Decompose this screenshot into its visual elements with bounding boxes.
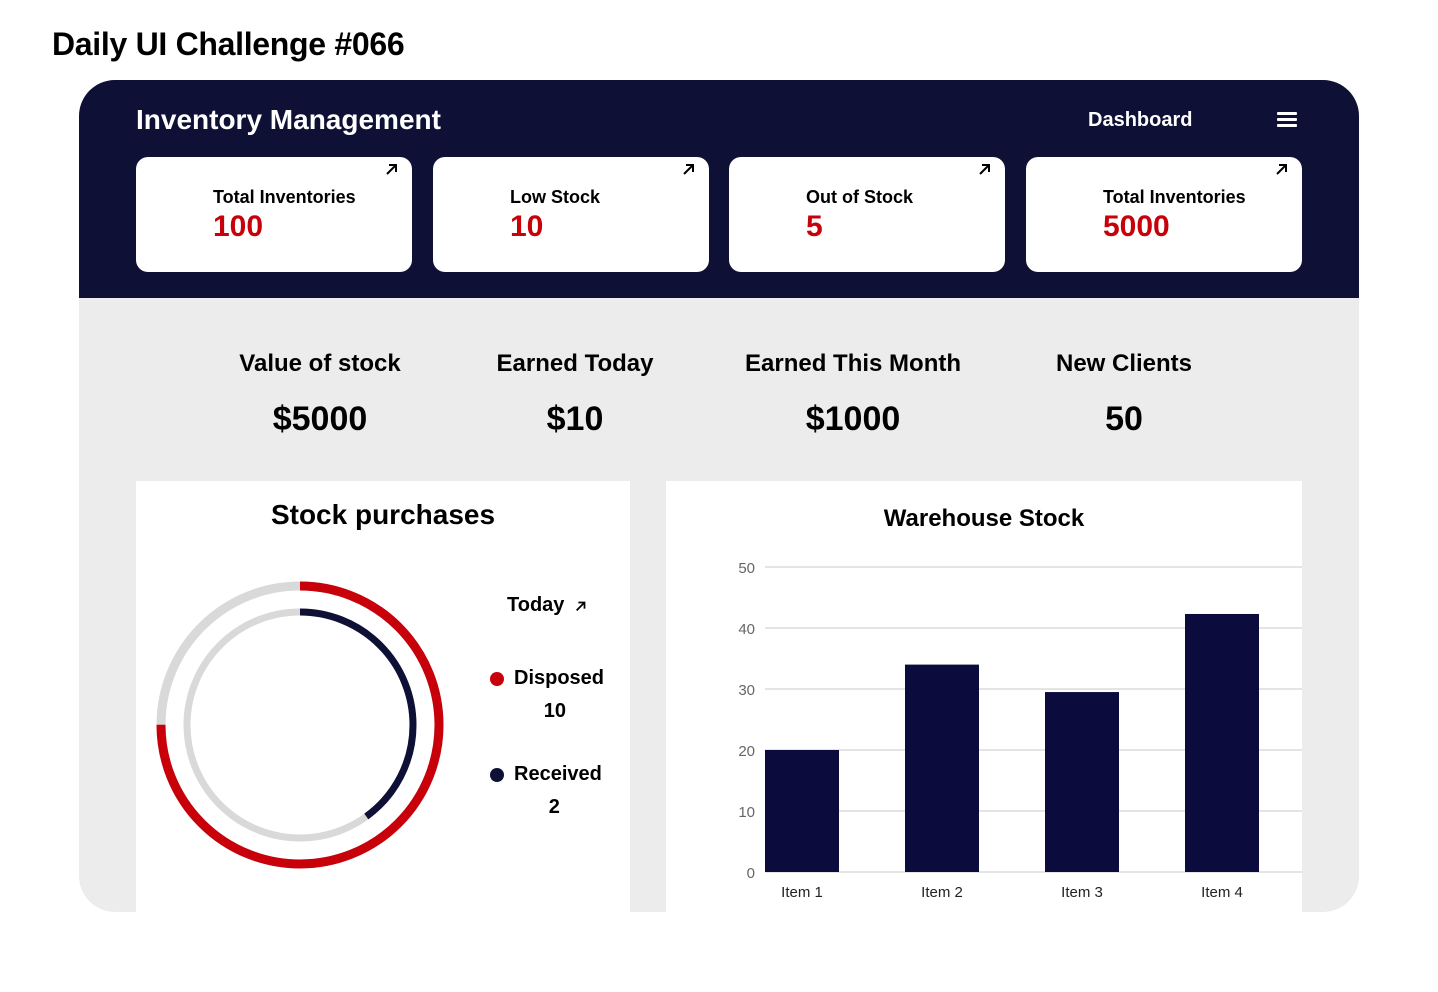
- kpi-card-low-stock[interactable]: Low Stock 10: [433, 157, 709, 272]
- kpi-label: Total Inventories: [213, 187, 356, 207]
- y-tick-label: 40: [738, 621, 755, 638]
- stat-earned-this-month: Earned This Month $1000: [733, 350, 973, 439]
- warehouse-stock-panel: Warehouse Stock 0 10 20 30 40 50 Item 1 Item 2I…: [666, 481, 1302, 912]
- stat-value: 50: [1105, 400, 1143, 438]
- y-tick-label: 30: [738, 682, 755, 699]
- stat-new-clients: New Clients 50: [1004, 350, 1244, 439]
- kpi-label: Total Inventories: [1103, 187, 1246, 207]
- kpi-value: 100: [213, 210, 264, 243]
- arrow-up-right-icon: [386, 164, 397, 175]
- challenge-title: Daily UI Challenge #066: [52, 26, 405, 62]
- y-tick-label: 10: [738, 804, 755, 821]
- nav-dashboard-link[interactable]: Dashboard: [1088, 109, 1192, 132]
- inventory-dashboard: Inventory Management Dashboard Total Inv…: [79, 80, 1359, 912]
- x-tick-label: Item 2: [921, 884, 963, 901]
- legend-label: Disposed: [514, 667, 605, 689]
- hamburger-menu-icon[interactable]: [1277, 112, 1297, 128]
- stock-purchases-donut-chart: [156, 581, 444, 869]
- kpi-card-total-inventories[interactable]: Total Inventories 100: [136, 157, 412, 272]
- bar-item-1[interactable]: [765, 750, 839, 872]
- stat-value: $1000: [805, 400, 901, 438]
- legend-item-received: Received 2: [490, 763, 602, 819]
- kpi-label: Out of Stock: [806, 187, 913, 207]
- stat-label: Value of stock: [239, 350, 401, 377]
- legend-item-disposed: Disposed 10: [490, 667, 604, 723]
- bar-item-2[interactable]: [905, 664, 979, 872]
- kpi-card-total-inventories-2[interactable]: Total Inventories 5000: [1026, 157, 1302, 272]
- kpi-value: 5000: [1103, 210, 1170, 243]
- legend-value: 10: [543, 700, 567, 722]
- kpi-value: 5: [806, 210, 823, 243]
- warehouse-stock-bar-chart: 0 10 20 30 40 50 Item 1 Item 2 Item 3 Item 4: [738, 560, 1302, 901]
- disposed-dot-icon: [490, 671, 504, 686]
- arrow-up-right-icon: [576, 601, 586, 611]
- stat-earned-today: Earned Today $10: [455, 350, 695, 439]
- y-tick-label: 0: [747, 865, 755, 882]
- stat-label: Earned Today: [496, 350, 654, 377]
- stock-purchases-panel: Stock purchases Today Disposed 10 Receiv…: [136, 481, 630, 912]
- arrow-up-right-icon: [979, 164, 990, 175]
- header: Inventory Management Dashboard Total Inv…: [79, 80, 1359, 298]
- stock-purchases-title: Stock purchases: [270, 499, 496, 530]
- received-dot-icon: [490, 767, 504, 782]
- kpi-label: Low Stock: [510, 187, 601, 207]
- period-selector[interactable]: Today: [507, 594, 588, 617]
- legend-label: Received: [514, 763, 602, 785]
- arrow-up-right-icon: [683, 164, 694, 175]
- legend-value: 2: [548, 796, 560, 818]
- bar-item-3[interactable]: [1045, 692, 1119, 872]
- x-tick-label: Item 1: [781, 884, 823, 901]
- y-tick-label: 20: [738, 743, 755, 760]
- kpi-card-out-of-stock[interactable]: Out of Stock 5: [729, 157, 1005, 272]
- arrow-up-right-icon: [1276, 164, 1287, 175]
- x-tick-label: Item 4: [1201, 884, 1243, 901]
- stat-value: $5000: [272, 400, 368, 438]
- bar-item-4[interactable]: [1185, 613, 1259, 872]
- x-tick-label: Item 3: [1061, 884, 1103, 901]
- y-tick-label: 50: [738, 560, 755, 577]
- stat-label: Earned This Month: [745, 350, 961, 377]
- stat-label: New Clients: [1055, 350, 1193, 377]
- kpi-value: 10: [510, 210, 544, 243]
- stat-value-of-stock: Value of stock $5000: [200, 350, 440, 439]
- app-title: Inventory Management: [136, 104, 441, 135]
- stat-value: $10: [546, 400, 604, 438]
- period-label: Today: [507, 594, 565, 616]
